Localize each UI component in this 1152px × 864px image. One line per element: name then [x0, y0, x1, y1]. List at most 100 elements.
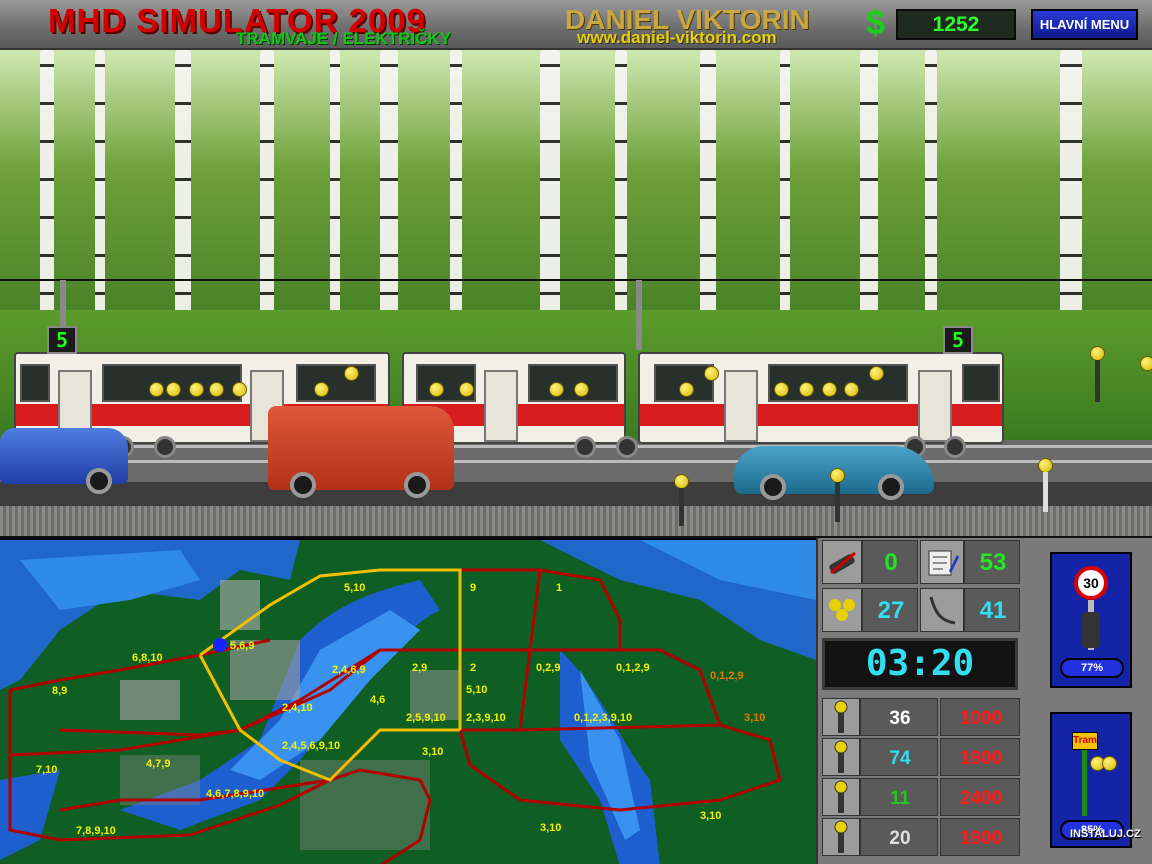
stats-panel: 0 53 27 41 03:20 36 1000 74 1800 11 2400 20 180…: [816, 538, 1152, 864]
birch-tree: [260, 50, 274, 340]
catenary-pole: [636, 280, 642, 350]
schedule-count: 53: [979, 549, 1007, 576]
tram-type-price-cell[interactable]: 1000: [940, 698, 1020, 736]
tram-type-count: 11: [889, 788, 911, 809]
tram-type-price: 1000: [959, 708, 1003, 729]
tram-route-sign-front: 5: [47, 326, 77, 354]
birch-tree: [40, 50, 54, 340]
red-van: [268, 406, 454, 498]
tram-car-rear: [638, 352, 1004, 444]
pedestrian: [1038, 458, 1053, 473]
pedestrian: [674, 474, 689, 489]
map-stop-label: 2,9: [412, 662, 428, 674]
birch-tree: [925, 50, 937, 340]
map-stop-label: 4,6: [370, 694, 386, 706]
tram-route-sign-rear: 5: [943, 326, 973, 354]
cancelled-count: 0: [884, 549, 898, 576]
birch-tree: [450, 50, 462, 340]
map-stop-label: 3,10: [744, 712, 766, 724]
tram-type-count-cell: 74: [860, 738, 938, 776]
map-stop-label: 0,1,2,9: [710, 670, 744, 682]
map-stop-label: 0,1,2,9: [616, 662, 650, 674]
tram-type-price: 1800: [959, 748, 1003, 769]
game-screen: MHD SIMULATOR 2009 TRAMVAJE / ELEKTRIČKY…: [0, 0, 1152, 864]
pedestrian: [830, 468, 845, 483]
street-scene: 5 5: [0, 50, 1152, 536]
map-stop-label: 4,6,7,8,9,10: [206, 788, 265, 800]
map-stop-label: 5,10: [466, 684, 488, 696]
map-stop-label: 1: [556, 582, 563, 594]
map-stop-label: 2,4,5,6,9,10: [282, 740, 341, 752]
money-icon: $: [866, 4, 885, 42]
birch-tree: [860, 50, 878, 340]
map-stop-label: 8,9: [52, 685, 68, 697]
map-stop-label: 5,10: [344, 582, 366, 594]
map-stop-label: 2,3,9,10: [466, 712, 506, 724]
birch-tree: [330, 50, 340, 340]
pedestrian-body: [835, 482, 840, 522]
tram-type-price-cell[interactable]: 1800: [940, 818, 1020, 856]
top-bar: MHD SIMULATOR 2009 TRAMVAJE / ELEKTRIČKY…: [0, 0, 1152, 50]
birch-tree: [95, 50, 105, 340]
speed-percent-bar: 77%: [1060, 658, 1124, 678]
tram-type-count: 20: [889, 828, 911, 849]
birch-tree: [780, 50, 790, 340]
cancelled-tickets-icon: [822, 540, 862, 584]
map-stop-label: 7,8,9,10: [76, 825, 116, 837]
forest-background: [0, 50, 1152, 350]
birch-tree: [540, 50, 560, 340]
blue-van: [0, 428, 128, 494]
watermark: INSTALUJ.CZ: [1070, 828, 1141, 840]
schedule-icon: [920, 540, 964, 584]
map-stop-label: 3,10: [422, 746, 444, 758]
birch-tree: [1060, 50, 1082, 340]
overhead-wire: [0, 279, 1152, 281]
pedestrian: [1140, 356, 1152, 371]
map-stop-label: 2,4,6,9: [332, 664, 366, 676]
waiting-count: 27: [877, 597, 905, 624]
birch-tree: [380, 50, 398, 340]
pedestrian-body: [1095, 360, 1100, 402]
tram-type-count: 36: [889, 708, 911, 729]
cancelled-count-cell: 0: [862, 540, 918, 584]
birch-tree: [175, 50, 191, 340]
map-stop-label: 3,10: [540, 822, 562, 834]
game-clock: 03:20: [822, 638, 1018, 690]
game-subtitle: TRAMVAJE / ELEKTRIČKY: [236, 29, 452, 48]
waiting-count-cell: 27: [862, 588, 918, 632]
tram-type-price: 2400: [959, 788, 1003, 809]
tram-type-price-cell[interactable]: 1800: [940, 738, 1020, 776]
waiting-passengers-icon: [822, 588, 862, 632]
map-stop-label: 4,7,9: [146, 758, 171, 770]
map-stop-label: 2,5,9,10: [406, 712, 446, 724]
map-stop-label: 0,2,9: [536, 662, 561, 674]
main-menu-button[interactable]: HLAVNÍ MENU: [1031, 9, 1138, 40]
tram-type-icon: [822, 738, 860, 776]
birch-tree: [700, 50, 716, 340]
tram-type-price: 1800: [959, 828, 1003, 849]
schedule-count-cell: 53: [964, 540, 1020, 584]
tram[interactable]: [14, 352, 1004, 458]
speed-limit-control[interactable]: 30 77%: [1050, 552, 1132, 688]
pedestrian: [1090, 346, 1105, 361]
tram-type-price-cell[interactable]: 2400: [940, 778, 1020, 816]
tram-type-count-cell: 11: [860, 778, 938, 816]
map-stop-label: 7,10: [36, 764, 58, 776]
pedestrian-body: [679, 488, 684, 526]
money-display: 1252: [896, 9, 1016, 40]
city-map[interactable]: 5,10 9 1 5,6,9 6,8,10 8,9 2,4,6,9 2,9 2 …: [0, 538, 816, 864]
speed-limit-sign: 30: [1074, 566, 1108, 600]
birch-tree: [615, 50, 627, 340]
tram-type-count-cell: 36: [860, 698, 938, 736]
rail: [0, 460, 1152, 463]
map-stop-label: 6,8,10: [132, 652, 163, 664]
map-stop-label: 2,4,10: [282, 702, 313, 714]
tram-type-icon: [822, 818, 860, 856]
pantograph-count-cell: 41: [964, 588, 1020, 632]
asphalt-lane: [0, 482, 1152, 506]
tram-type-count-cell: 20: [860, 818, 938, 856]
gravel-strip: [0, 506, 1152, 536]
author-url[interactable]: www.daniel-viktorin.com: [577, 28, 777, 48]
pantograph-icon: [920, 588, 964, 632]
map-stop-label: 2: [470, 662, 477, 674]
